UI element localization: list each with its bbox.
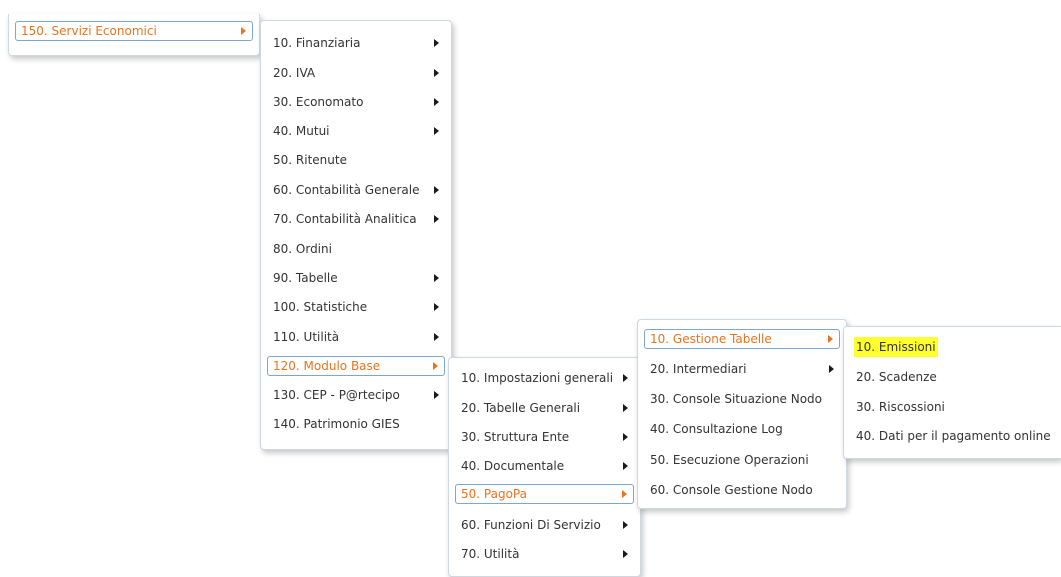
gestione-tabelle-submenu: 10. Emissioni 20. Scadenze 30. Riscossio… [843, 326, 1061, 459]
submenu-arrow-icon [623, 550, 628, 558]
submenu-arrow-icon [433, 362, 438, 370]
menu-item-label: 90. Tabelle [273, 271, 338, 285]
menu-item-intermediari[interactable]: 20. Intermediari [644, 359, 840, 379]
menu-item-label: 110. Utilità [273, 330, 340, 344]
menu-item-label-highlighted: 10. Emissioni [854, 337, 938, 357]
menu-item-ordini[interactable]: 80. Ordini [267, 239, 445, 259]
menu-item-label: 10. Gestione Tabelle [650, 332, 772, 346]
menu-item-label: 80. Ordini [273, 242, 332, 256]
submenu-arrow-icon [623, 462, 628, 470]
menu-item-servizi-economici[interactable]: 150. Servizi Economici [15, 21, 253, 41]
menu-item-utilita[interactable]: 110. Utilità [267, 327, 445, 347]
menu-item-label: 60. Console Gestione Nodo [650, 483, 813, 497]
menu-item-modulo-base[interactable]: 120. Modulo Base [267, 356, 445, 376]
menu-item-label: 30. Riscossioni [856, 400, 945, 414]
submenu-arrow-icon [434, 274, 439, 282]
menu-item-economato[interactable]: 30. Economato [267, 92, 445, 112]
menu-item-console-situazione-nodo[interactable]: 30. Console Situazione Nodo [644, 389, 840, 409]
menu-item-label: 130. CEP - P@rtecipo [273, 388, 400, 402]
menu-item-pagopa[interactable]: 50. PagoPa [455, 484, 634, 504]
menu-item-label: 10. Impostazioni generali [461, 371, 614, 385]
submenu-arrow-icon [623, 433, 628, 441]
menu-item-label: 50. Esecuzione Operazioni [650, 453, 809, 467]
menu-item-contabilita-generale[interactable]: 60. Contabilità Generale [267, 180, 445, 200]
menu-item-label: 40. Dati per il pagamento online [856, 429, 1051, 443]
menu-item-label: 20. IVA [273, 66, 316, 80]
menu-item-esecuzione-operazioni[interactable]: 50. Esecuzione Operazioni [644, 450, 840, 470]
submenu-arrow-icon [434, 303, 439, 311]
menu-item-label: 30. Console Situazione Nodo [650, 392, 823, 406]
submenu-arrow-icon [623, 374, 628, 382]
submenu-arrow-icon [241, 27, 246, 35]
submenu-arrow-icon [623, 404, 628, 412]
menu-item-mutui[interactable]: 40. Mutui [267, 121, 445, 141]
menu-item-label: 60. Contabilità Generale [273, 183, 420, 197]
menu-item-gestione-tabelle[interactable]: 10. Gestione Tabelle [644, 329, 840, 349]
submenu-arrow-icon [829, 365, 834, 373]
menu-item-utilita-modulo-base[interactable]: 70. Utilità [455, 544, 634, 564]
modulo-base-submenu: 10. Impostazioni generali 20. Tabelle Ge… [448, 357, 641, 577]
menu-item-cep-partecipo[interactable]: 130. CEP - P@rtecipo [267, 385, 445, 405]
submenu-arrow-icon [434, 391, 439, 399]
menu-item-tabelle[interactable]: 90. Tabelle [267, 268, 445, 288]
menu-item-ritenute[interactable]: 50. Ritenute [267, 150, 445, 170]
menu-item-label: 40. Consultazione Log [650, 422, 783, 436]
menu-item-label: 40. Documentale [461, 459, 565, 473]
menu-item-label: 70. Contabilità Analitica [273, 212, 417, 226]
menu-item-patrimonio-gies[interactable]: 140. Patrimonio GIES [267, 414, 445, 434]
submenu-arrow-icon [434, 215, 439, 223]
menu-item-console-gestione-nodo[interactable]: 60. Console Gestione Nodo [644, 480, 840, 500]
submenu-arrow-icon [434, 333, 439, 341]
menu-item-emissioni[interactable]: 10. Emissioni [850, 337, 1055, 357]
main-menu-dropdown: 150. Servizi Economici [8, 14, 260, 56]
submenu-arrow-icon [434, 186, 439, 194]
menu-item-riscossioni[interactable]: 30. Riscossioni [850, 397, 1055, 417]
menu-item-finanziaria[interactable]: 10. Finanziaria [267, 33, 445, 53]
menu-item-label: 20. Intermediari [650, 362, 747, 376]
servizi-economici-submenu: 10. Finanziaria 20. IVA 30. Economato 40… [260, 20, 452, 450]
submenu-arrow-icon [434, 39, 439, 47]
submenu-arrow-icon [622, 490, 627, 498]
menu-item-iva[interactable]: 20. IVA [267, 63, 445, 83]
menu-item-label: 50. PagoPa [461, 487, 527, 501]
submenu-arrow-icon [623, 521, 628, 529]
menu-item-impostazioni-generali[interactable]: 10. Impostazioni generali [455, 368, 634, 388]
menu-item-contabilita-analitica[interactable]: 70. Contabilità Analitica [267, 209, 445, 229]
menu-item-funzioni-di-servizio[interactable]: 60. Funzioni Di Servizio [455, 515, 634, 535]
menu-item-label: 40. Mutui [273, 124, 330, 138]
menu-item-label: 70. Utilità [461, 547, 520, 561]
menu-item-label: 60. Funzioni Di Servizio [461, 518, 601, 532]
submenu-arrow-icon [434, 69, 439, 77]
menu-item-scadenze[interactable]: 20. Scadenze [850, 367, 1055, 387]
menu-item-consultazione-log[interactable]: 40. Consultazione Log [644, 419, 840, 439]
menu-item-label: 100. Statistiche [273, 300, 368, 314]
submenu-arrow-icon [434, 127, 439, 135]
menu-item-label: 150. Servizi Economici [21, 24, 157, 38]
menu-item-label: 140. Patrimonio GIES [273, 417, 400, 431]
menu-item-label: 120. Modulo Base [273, 359, 381, 373]
submenu-arrow-icon [434, 98, 439, 106]
menu-item-tabelle-generali[interactable]: 20. Tabelle Generali [455, 398, 634, 418]
menu-item-dati-pagamento-online[interactable]: 40. Dati per il pagamento online [850, 426, 1055, 446]
menu-item-struttura-ente[interactable]: 30. Struttura Ente [455, 427, 634, 447]
menu-item-label: 50. Ritenute [273, 153, 347, 167]
submenu-arrow-icon [828, 335, 833, 343]
menu-item-label: 30. Economato [273, 95, 364, 109]
menu-item-label: 20. Tabelle Generali [461, 401, 581, 415]
menu-item-documentale[interactable]: 40. Documentale [455, 456, 634, 476]
menu-item-label: 10. Finanziaria [273, 36, 361, 50]
pagopa-submenu: 10. Gestione Tabelle 20. Intermediari 30… [637, 319, 847, 509]
menu-item-label: 30. Struttura Ente [461, 430, 570, 444]
menu-item-statistiche[interactable]: 100. Statistiche [267, 297, 445, 317]
menu-item-label: 20. Scadenze [856, 370, 937, 384]
